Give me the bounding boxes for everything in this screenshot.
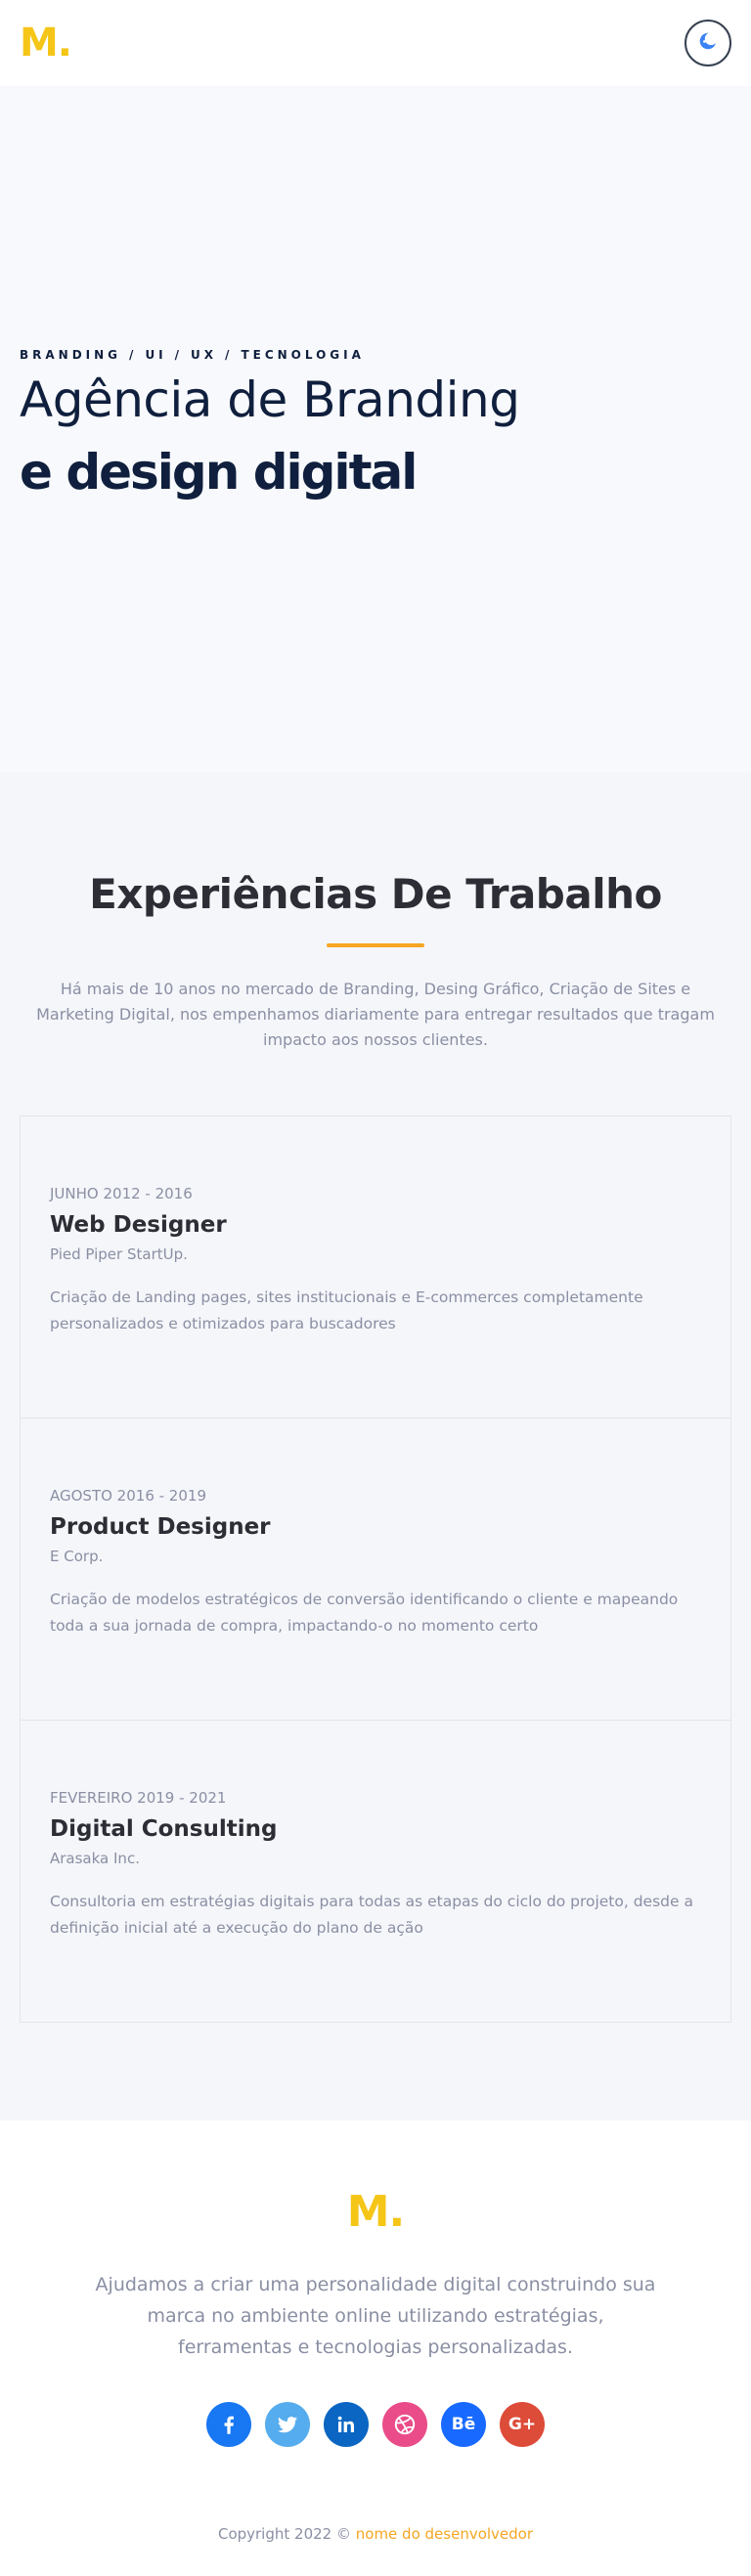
hero-tag: TECNOLOGIA xyxy=(241,348,365,362)
copyright-text: Copyright 2022 © xyxy=(217,2525,351,2543)
title-underline xyxy=(327,943,424,947)
twitter-icon[interactable] xyxy=(265,2402,310,2447)
google-plus-icon[interactable]: G+ xyxy=(500,2402,545,2447)
logo[interactable]: M. xyxy=(20,23,72,63)
experience-company: Arasaka Inc. xyxy=(50,1850,140,1867)
behance-icon[interactable]: Bē xyxy=(441,2402,486,2447)
experience-date: JUNHO 2012 - 2016 xyxy=(50,1185,193,1202)
site-header: M. xyxy=(0,0,751,86)
experience-company: Pied Piper StartUp. xyxy=(50,1245,188,1263)
hero-tags: BRANDING / UI / UX / TECNOLOGIA xyxy=(20,348,365,362)
social-links: Bē G+ xyxy=(0,2402,751,2447)
footer-text: Ajudamos a criar uma personalidade digit… xyxy=(95,2274,656,2358)
facebook-icon[interactable] xyxy=(206,2402,251,2447)
experience-card: FEVEREIRO 2019 - 2021 Digital Consulting… xyxy=(21,1721,730,2022)
moon-icon xyxy=(697,30,719,56)
footer-logo[interactable]: M. xyxy=(0,2191,751,2234)
experience-date: AGOSTO 2016 - 2019 xyxy=(50,1487,206,1505)
experience-role: Product Designer xyxy=(50,1514,271,1540)
section-intro: Há mais de 10 anos no mercado de Brandin… xyxy=(36,980,715,1049)
experience-company: E Corp. xyxy=(50,1548,104,1565)
developer-link[interactable]: nome do desenvolvedor xyxy=(356,2525,533,2543)
experience-description: Criação de Landing pages, sites instituc… xyxy=(50,1288,643,1332)
linkedin-icon[interactable] xyxy=(324,2402,369,2447)
theme-toggle-button[interactable] xyxy=(685,20,731,66)
hero-tag: BRANDING xyxy=(20,348,122,362)
hero-tag: UI xyxy=(145,348,167,362)
hero-subtitle: e design digital xyxy=(20,444,418,501)
experience-description: Consultoria em estratégias digitais para… xyxy=(50,1893,693,1937)
tag-separator: / xyxy=(225,348,234,362)
tag-separator: / xyxy=(129,348,138,362)
section-title: Experiências De Trabalho xyxy=(89,870,662,918)
hero-title: Agência de Branding xyxy=(20,371,520,428)
experience-section: Experiências De Trabalho Há mais de 10 a… xyxy=(0,772,751,2120)
experience-card: JUNHO 2012 - 2016 Web Designer Pied Pipe… xyxy=(21,1116,730,1419)
site-footer: M. Ajudamos a criar uma personalidade di… xyxy=(0,2120,751,2566)
experience-list: JUNHO 2012 - 2016 Web Designer Pied Pipe… xyxy=(20,1115,731,2023)
dribbble-icon[interactable] xyxy=(382,2402,427,2447)
experience-card: AGOSTO 2016 - 2019 Product Designer E Co… xyxy=(21,1419,730,1721)
experience-description: Criação de modelos estratégicos de conve… xyxy=(50,1591,679,1635)
hero-section: BRANDING / UI / UX / TECNOLOGIA Agência de Bra… xyxy=(0,86,751,772)
copyright: Copyright 2022 © nome do desenvolvedor xyxy=(0,2525,751,2566)
hero-tag: UX xyxy=(191,348,218,362)
experience-date: FEVEREIRO 2019 - 2021 xyxy=(50,1789,227,1807)
experience-role: Web Designer xyxy=(50,1212,227,1238)
tag-separator: / xyxy=(174,348,184,362)
experience-role: Digital Consulting xyxy=(50,1816,278,1842)
